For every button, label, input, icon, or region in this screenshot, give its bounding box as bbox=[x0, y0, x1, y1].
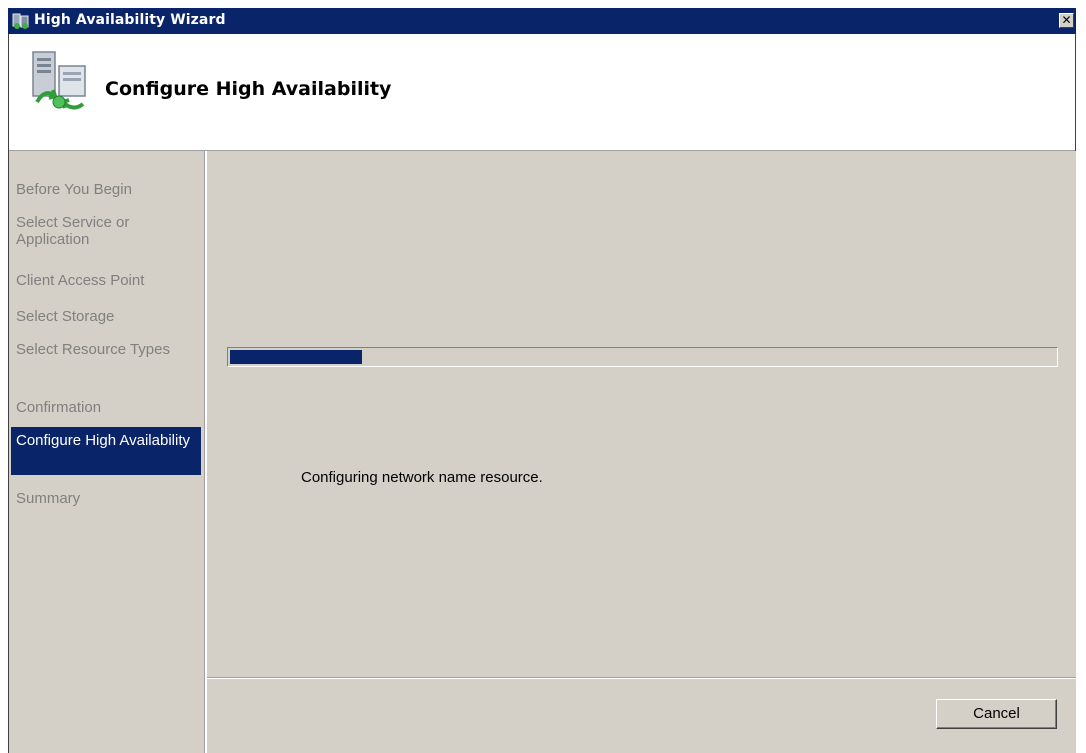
server-cluster-icon bbox=[32, 51, 86, 110]
wizard-footer: Cancel bbox=[207, 679, 1076, 753]
progress-fill bbox=[230, 350, 362, 364]
nav-item-confirmation: Confirmation bbox=[16, 399, 102, 416]
status-text: Configuring network name resource. bbox=[301, 469, 543, 486]
page-title: Configure High Availability bbox=[105, 78, 392, 100]
wizard-content: Configuring network name resource. bbox=[207, 151, 1076, 677]
nav-item-select-resource-types: Select Resource Types bbox=[16, 341, 170, 358]
title-bar[interactable]: High Availability Wizard ✕ bbox=[8, 8, 1076, 34]
wizard-header: Configure High Availability bbox=[9, 34, 1075, 151]
nav-item-before-you-begin: Before You Begin bbox=[16, 181, 132, 198]
nav-item-select-storage: Select Storage bbox=[16, 308, 115, 325]
nav-item-summary: Summary bbox=[16, 490, 81, 507]
nav-item-select-service: Select Service or Application bbox=[16, 214, 130, 248]
nav-item-client-access-point: Client Access Point bbox=[16, 272, 145, 289]
close-icon[interactable]: ✕ bbox=[1059, 13, 1074, 28]
progress-bar bbox=[227, 347, 1058, 367]
cancel-button[interactable]: Cancel bbox=[936, 699, 1057, 729]
cluster-app-icon bbox=[12, 13, 29, 29]
wizard-window: High Availability Wizard ✕ Configure Hig… bbox=[8, 8, 1076, 753]
window-title: High Availability Wizard bbox=[34, 12, 226, 28]
wizard-steps-nav: Before You Begin Select Service or Appli… bbox=[9, 151, 204, 753]
nav-item-configure-high-availability: Configure High Availability bbox=[11, 427, 201, 475]
